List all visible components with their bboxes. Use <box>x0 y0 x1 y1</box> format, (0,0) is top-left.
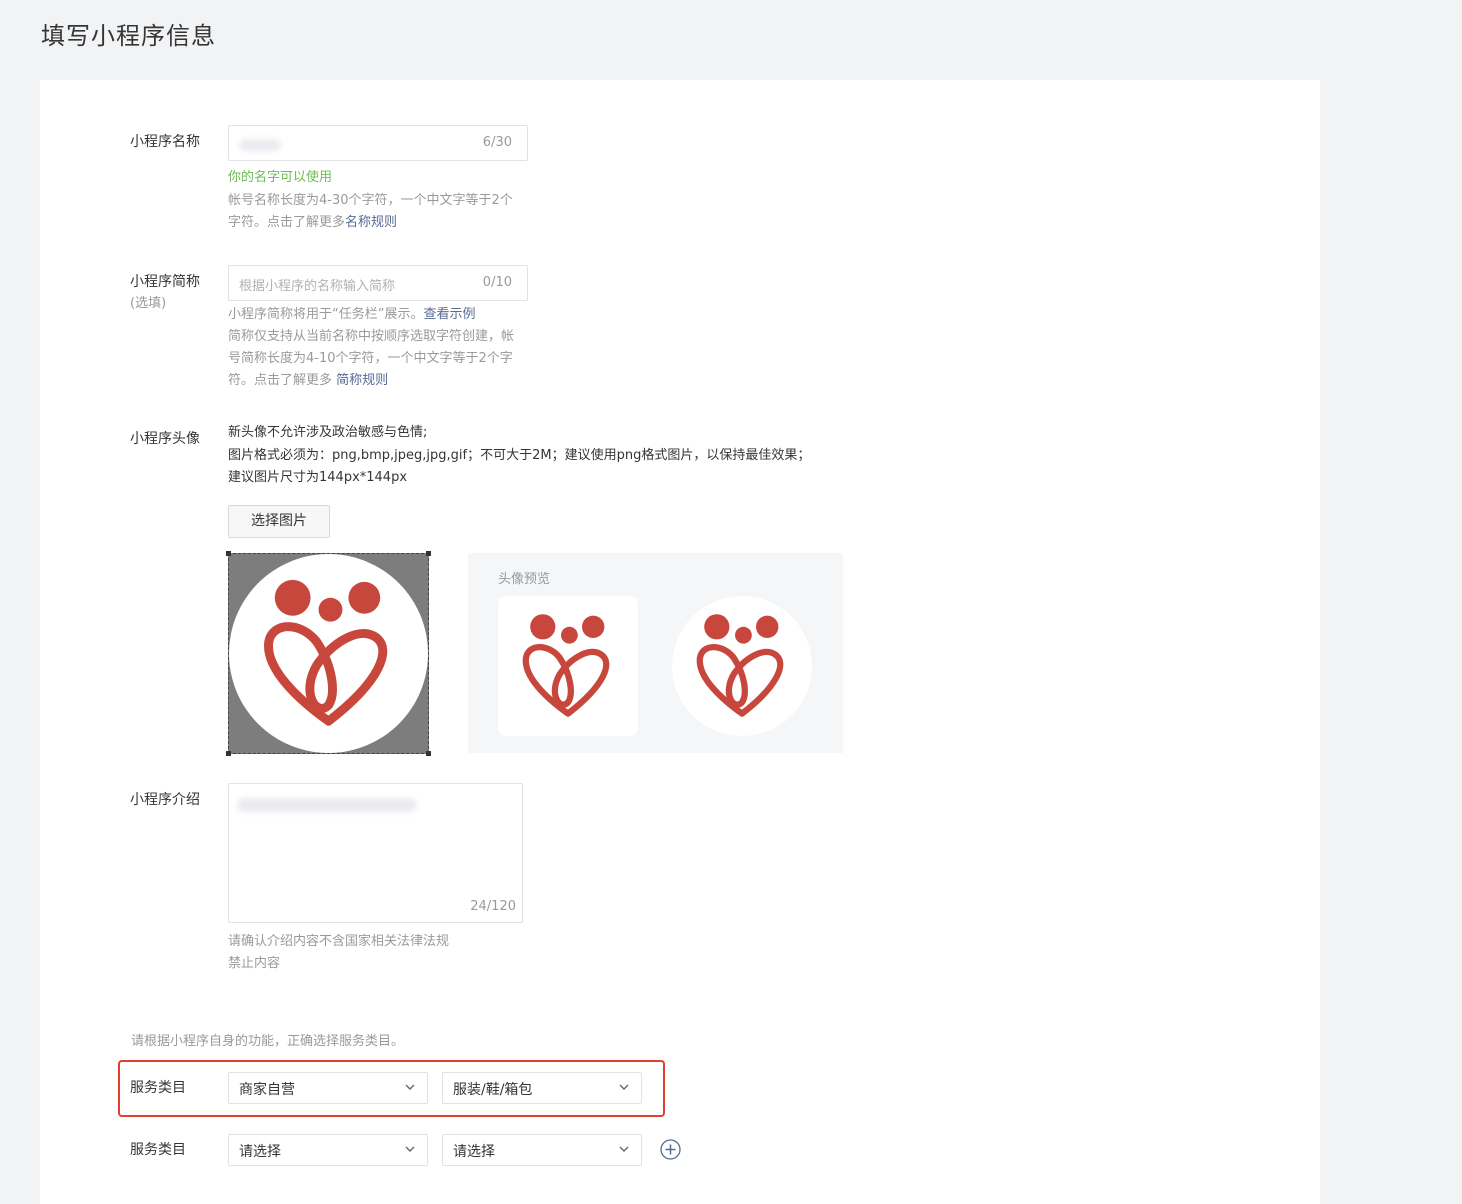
category-hint: 请根据小程序自身的功能，正确选择服务类目。 <box>131 1034 405 1049</box>
category-select-secondary[interactable]: 请选择 <box>442 1134 642 1166</box>
blurred-intro <box>237 798 417 812</box>
short-name-input[interactable]: 根据小程序的名称输入简称 0/10 <box>228 265 528 301</box>
blurred-name <box>239 139 281 151</box>
category-select-primary[interactable]: 请选择 <box>228 1134 428 1166</box>
short-name-counter: 0/10 <box>482 275 512 290</box>
avatar-desc: 新头像不允许涉及政治敏感与色情; 图片格式必须为：png,bmp,jpeg,jp… <box>228 425 811 485</box>
chevron-down-icon <box>619 1084 629 1090</box>
choose-image-button[interactable]: 选择图片 <box>228 505 330 538</box>
page-title: 填写小程序信息 <box>41 22 216 50</box>
category-label: 服务类目 <box>130 1080 186 1096</box>
category-label: 服务类目 <box>130 1142 186 1158</box>
short-name-hint: 小程序简称将用于“任务栏”展示。查看示例 简称仅支持从当前名称中按顺序选取字符创… <box>228 307 515 388</box>
form-card: 小程序名称 6/30 你的名字可以使用 帐号名称长度为4-30个字符，一个中文字… <box>40 80 1320 1204</box>
name-label: 小程序名称 <box>130 134 200 150</box>
name-hint: 帐号名称长度为4-30个字符，一个中文字等于2个字符。点击了解更多名称规则 <box>228 193 513 230</box>
square-preview <box>498 596 638 736</box>
intro-counter: 24/120 <box>470 899 516 914</box>
view-example-link[interactable]: 查看示例 <box>423 307 475 322</box>
name-ok-text: 你的名字可以使用 <box>228 170 333 185</box>
avatar-crop-circle <box>229 554 428 753</box>
crop-handle[interactable] <box>226 551 231 556</box>
short-name-rules-link[interactable]: 简称规则 <box>336 373 388 388</box>
circle-preview <box>672 596 812 736</box>
crop-handle[interactable] <box>426 751 431 756</box>
optional-tag: (选填) <box>130 296 167 311</box>
category-select-primary[interactable]: 商家自营 <box>228 1072 428 1104</box>
logo-icon <box>264 579 388 726</box>
logo-icon <box>696 614 784 717</box>
avatar-preview-panel: 头像预览 <box>468 553 843 753</box>
intro-textarea[interactable]: 24/120 <box>228 783 523 923</box>
crop-handle[interactable] <box>426 551 431 556</box>
intro-hint: 请确认介绍内容不含国家相关法律法规 禁止内容 <box>228 934 450 971</box>
name-input[interactable]: 6/30 <box>228 125 528 161</box>
name-counter: 6/30 <box>482 135 512 150</box>
logo-icon <box>522 614 610 717</box>
avatar-crop-area[interactable] <box>226 551 431 756</box>
short-name-placeholder: 根据小程序的名称输入简称 <box>239 279 396 294</box>
crop-handle[interactable] <box>226 751 231 756</box>
preview-title: 头像预览 <box>498 572 551 587</box>
short-name-label: 小程序简称 (选填) <box>130 272 200 314</box>
add-category-icon[interactable] <box>660 1139 681 1160</box>
chevron-down-icon <box>619 1146 629 1152</box>
chevron-down-icon <box>405 1146 415 1152</box>
name-rules-link[interactable]: 名称规则 <box>345 215 397 230</box>
chevron-down-icon <box>405 1084 415 1090</box>
category-select-secondary[interactable]: 服装/鞋/箱包 <box>442 1072 642 1104</box>
avatar-label: 小程序头像 <box>130 431 200 447</box>
intro-label: 小程序介绍 <box>130 792 200 808</box>
